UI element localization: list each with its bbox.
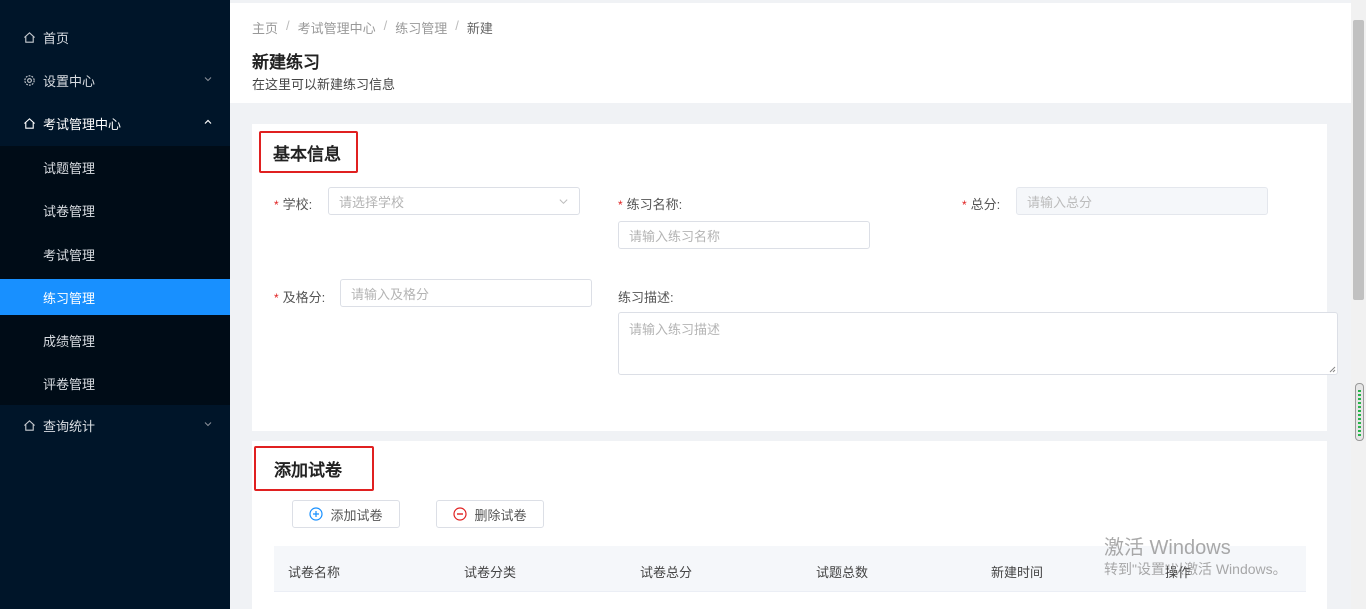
school-select[interactable]: 请选择学校 (328, 187, 580, 215)
activation-watermark-text: 转到"设置"以激活 Windows。 (1104, 561, 1287, 577)
required-asterisk: * (274, 291, 279, 305)
page-header: 主页 / 考试管理中心 / 练习管理 / 新建 新建练习 在这里可以新建练习信息 (230, 0, 1351, 103)
sidebar-subitem-questions[interactable]: 试题管理 (0, 149, 230, 185)
sidebar: 首页 设置中心 考试管理中心 试题管理 试卷管理 考试管理 练习管理 成绩管理 … (0, 0, 230, 609)
gear-icon (22, 74, 36, 88)
sidebar-item-exam-center[interactable]: 考试管理中心 (0, 102, 230, 145)
add-paper-button-label: 添加试卷 (330, 507, 383, 523)
add-paper-button[interactable]: 添加试卷 (292, 500, 400, 528)
sidebar-item-label: 查询统计 (43, 419, 96, 434)
basic-info-title: 基本信息 (259, 131, 358, 173)
breadcrumb-separator: / (383, 18, 388, 33)
school-label: * 学校: (274, 197, 313, 212)
column-header: 试卷名称 (288, 565, 341, 580)
breadcrumb-current: 新建 (466, 21, 493, 36)
sidebar-subitem-label: 练习管理 (43, 290, 96, 306)
sidebar-subitem-label: 试题管理 (43, 160, 96, 176)
column-header: 试卷总分 (640, 565, 693, 580)
delete-paper-button[interactable]: 删除试卷 (436, 500, 544, 528)
description-textarea[interactable]: 请输入练习描述 (618, 312, 1338, 375)
total-score-placeholder: 请输入总分 (1027, 194, 1093, 210)
sidebar-subitem-papers[interactable]: 试卷管理 (0, 192, 230, 228)
page-subtitle: 在这里可以新建练习信息 (252, 77, 396, 92)
school-select-placeholder: 请选择学校 (339, 194, 405, 210)
sidebar-item-label: 考试管理中心 (43, 117, 122, 132)
pass-score-placeholder: 请输入及格分 (351, 286, 430, 302)
breadcrumb: 主页 / 考试管理中心 / 练习管理 / 新建 (252, 18, 499, 37)
sidebar-subitem-grading[interactable]: 评卷管理 (0, 365, 230, 401)
sidebar-item-statistics[interactable]: 查询统计 (0, 404, 230, 447)
sidebar-subitem-label: 评卷管理 (43, 376, 96, 392)
required-asterisk: * (274, 198, 279, 212)
breadcrumb-separator: / (455, 18, 459, 33)
required-asterisk: * (618, 198, 623, 212)
column-header: 试卷分类 (464, 565, 517, 580)
sidebar-item-label: 首页 (43, 31, 70, 46)
page-title: 新建练习 (252, 53, 320, 72)
grammarly-indicator-icon[interactable] (1355, 383, 1364, 441)
column-header: 新建时间 (991, 565, 1044, 580)
pass-score-input[interactable]: 请输入及格分 (340, 279, 592, 307)
home-icon (22, 117, 36, 131)
delete-paper-button-label: 删除试卷 (474, 507, 527, 523)
total-score-input: 请输入总分 (1016, 187, 1268, 215)
sidebar-item-settings[interactable]: 设置中心 (0, 59, 230, 102)
chevron-up-icon (204, 119, 212, 124)
chevron-down-icon (204, 422, 212, 427)
sidebar-item-label: 设置中心 (43, 74, 96, 89)
sidebar-subitem-scores[interactable]: 成绩管理 (0, 322, 230, 358)
breadcrumb-separator: / (286, 18, 290, 33)
sidebar-subitem-practice[interactable]: 练习管理 (0, 279, 230, 315)
total-score-label: * 总分: (962, 197, 1001, 212)
breadcrumb-exam-center[interactable]: 考试管理中心 (298, 18, 376, 37)
activation-watermark-title: 激活 Windows (1104, 537, 1231, 559)
add-paper-title: 添加试卷 (254, 446, 374, 491)
pass-score-label: * 及格分: (274, 290, 326, 305)
basic-info-card (252, 124, 1327, 431)
resize-grip-icon[interactable] (1328, 365, 1336, 373)
chevron-down-icon (204, 77, 212, 82)
minus-circle-icon (453, 507, 468, 521)
sidebar-item-home[interactable]: 首页 (0, 16, 230, 59)
description-placeholder: 请输入练习描述 (629, 322, 721, 337)
practice-name-input[interactable]: 请输入练习名称 (618, 221, 870, 249)
required-asterisk: * (962, 198, 967, 212)
practice-name-placeholder: 请输入练习名称 (629, 228, 721, 244)
sidebar-subitem-label: 考试管理 (43, 247, 96, 263)
sidebar-subitem-exams[interactable]: 考试管理 (0, 236, 230, 272)
scrollbar-thumb[interactable] (1353, 20, 1364, 300)
sidebar-subitem-label: 试卷管理 (43, 203, 96, 219)
breadcrumb-home[interactable]: 主页 (252, 18, 278, 37)
column-header: 试题总数 (816, 565, 869, 580)
breadcrumb-practice[interactable]: 练习管理 (395, 18, 447, 37)
chevron-down-icon (559, 199, 568, 205)
home-icon (22, 31, 36, 45)
plus-circle-icon (309, 507, 324, 521)
practice-name-label: * 练习名称: (618, 197, 683, 212)
sidebar-subitem-label: 成绩管理 (43, 333, 96, 349)
home-icon (22, 419, 36, 433)
description-label: 练习描述: (618, 290, 674, 305)
